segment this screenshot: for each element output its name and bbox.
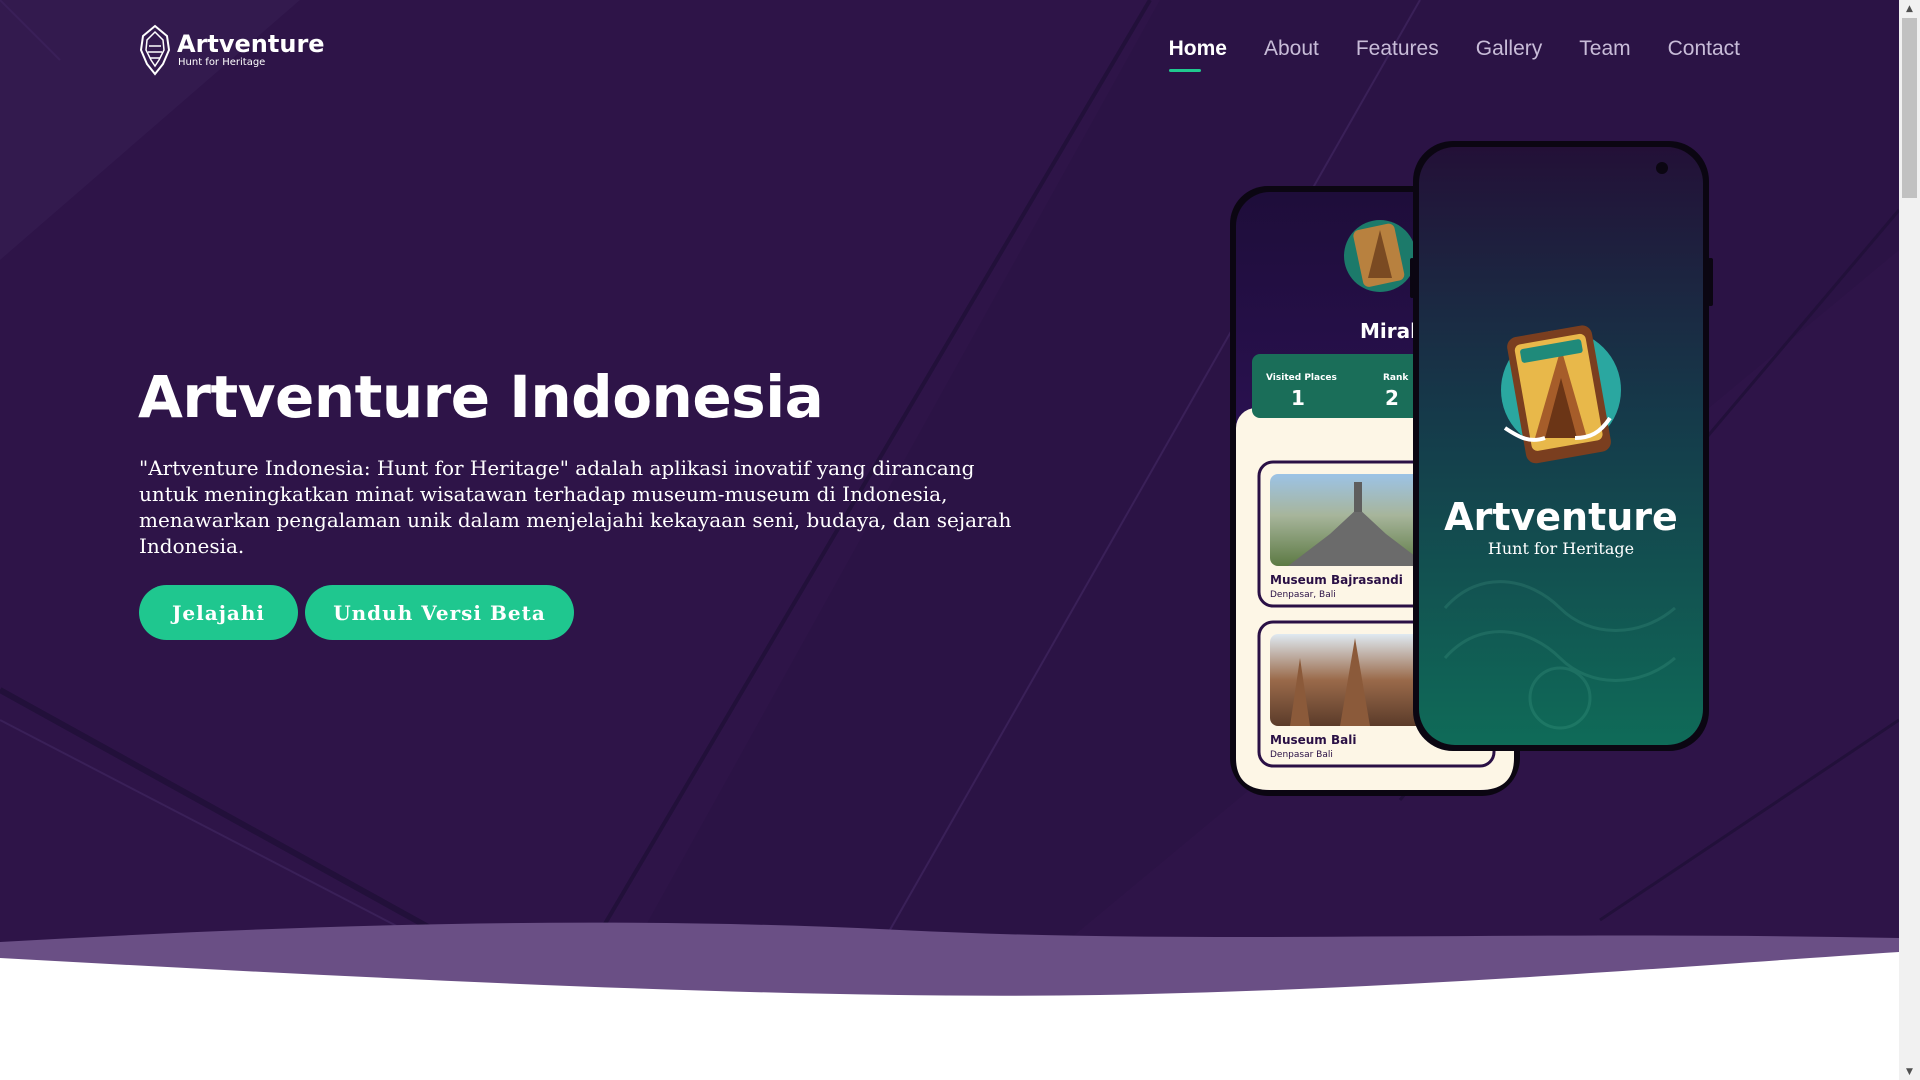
- stat-visited-label: Visited Places: [1266, 373, 1337, 383]
- museum-1-name: Museum Bajrasandi: [1270, 573, 1403, 587]
- page-scrollbar[interactable]: ▲ ▼: [1899, 0, 1920, 1080]
- nav-team[interactable]: Team: [1579, 36, 1630, 72]
- nav-contact[interactable]: Contact: [1668, 36, 1740, 72]
- front-phone: Artventure Hunt for Heritage: [1410, 141, 1713, 751]
- main-nav: Home About Features Gallery Team Contact: [1168, 36, 1740, 72]
- logo-subtitle: Hunt for Heritage: [178, 57, 266, 68]
- stat-rank-label: Rank: [1383, 373, 1409, 383]
- logo-title: Artventure: [177, 30, 325, 58]
- download-beta-button[interactable]: Unduh Versi Beta: [305, 585, 574, 640]
- nav-about[interactable]: About: [1264, 36, 1319, 72]
- stat-visited-value: 1: [1291, 386, 1305, 410]
- app-subtitle: Hunt for Heritage: [1488, 539, 1634, 558]
- nav-gallery[interactable]: Gallery: [1476, 36, 1543, 72]
- brand-logo[interactable]: Artventure Hunt for Heritage: [139, 24, 325, 76]
- scroll-down-arrow-icon[interactable]: ▼: [1899, 1063, 1920, 1080]
- museum-1-location: Denpasar, Bali: [1270, 590, 1336, 600]
- scrollbar-thumb[interactable]: [1902, 18, 1917, 198]
- hero-description: "Artventure Indonesia: Hunt for Heritage…: [139, 456, 1012, 558]
- hero-wave-divider: [0, 922, 1899, 1080]
- hero-buttons: Jelajahi Unduh Versi Beta: [139, 585, 574, 640]
- scroll-up-arrow-icon[interactable]: ▲: [1899, 0, 1920, 17]
- explore-button[interactable]: Jelajahi: [139, 585, 298, 640]
- museum-2-name: Museum Bali: [1270, 733, 1356, 747]
- nav-home[interactable]: Home: [1168, 36, 1227, 72]
- museum-2-location: Denpasar Bali: [1270, 750, 1333, 760]
- phone-mockups: Mirah Wa Visited Places 1 Rank 2 Museum …: [1230, 141, 1713, 796]
- app-title: Artventure: [1444, 495, 1678, 539]
- stat-rank-value: 2: [1385, 386, 1399, 410]
- hero-title: Artventure Indonesia: [138, 363, 824, 431]
- hero-section: Artventure Hunt for Heritage Home About …: [0, 0, 1899, 1080]
- nav-features[interactable]: Features: [1356, 36, 1439, 72]
- artventure-logo-icon: [139, 24, 171, 76]
